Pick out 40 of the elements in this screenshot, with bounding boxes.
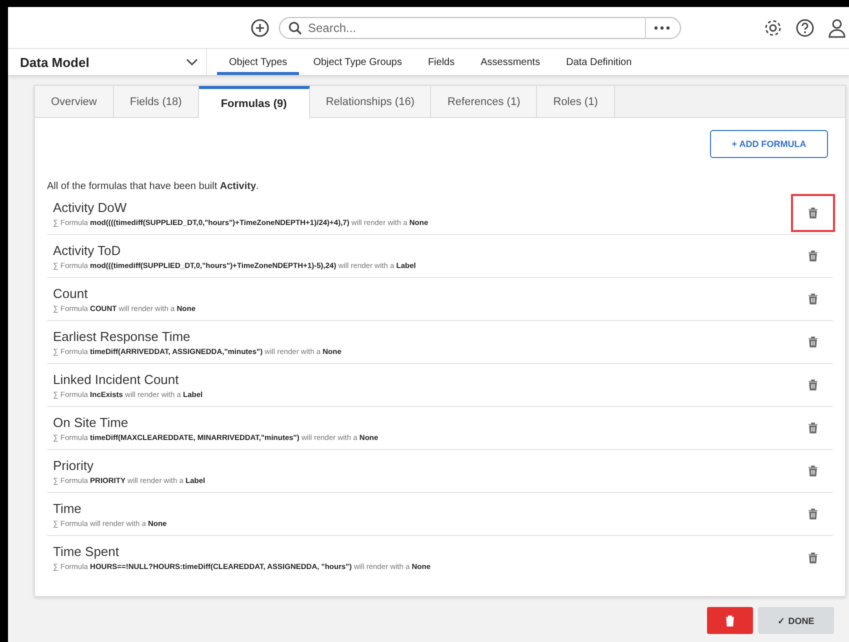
trash-icon <box>807 250 819 262</box>
search-bar[interactable]: Search... <box>279 16 681 38</box>
search-icon <box>288 20 302 34</box>
intro-text: All of the formulas that have been built Activity. <box>47 181 260 192</box>
trash-icon <box>807 336 819 348</box>
nav-tab[interactable]: Fields <box>416 49 467 75</box>
settings-icon[interactable] <box>763 18 783 38</box>
delete-button[interactable] <box>791 194 835 232</box>
formula-name[interactable]: Time <box>53 500 791 516</box>
nav-tab[interactable]: Object Type Groups <box>301 49 414 75</box>
formula-name[interactable]: Time Spent <box>53 544 791 559</box>
formula-name[interactable]: On Site Time <box>53 414 791 430</box>
trash-icon <box>807 379 819 391</box>
formula-name[interactable]: Priority <box>53 458 791 472</box>
more-icon[interactable] <box>645 16 672 38</box>
formula-name[interactable]: Earliest Response Time <box>53 328 791 344</box>
formula-name[interactable]: Activity ToD <box>53 242 791 258</box>
delete-button[interactable] <box>707 607 753 634</box>
chevron-icon <box>186 58 198 66</box>
trash-icon <box>807 552 819 564</box>
add-icon[interactable] <box>250 18 270 38</box>
formula-name[interactable]: Count <box>53 286 791 300</box>
tab[interactable]: Formulas (9) <box>198 86 310 118</box>
formula-name[interactable]: Linked Incident Count <box>53 372 791 386</box>
trash-icon <box>807 207 819 219</box>
nav-tab[interactable]: Data Definition <box>554 49 644 75</box>
search-input[interactable]: Search... <box>308 20 639 34</box>
formula-name[interactable]: Activity DoW <box>53 200 791 214</box>
help-icon[interactable] <box>795 18 815 38</box>
data-model-dropdown[interactable]: Data Model <box>8 49 207 75</box>
done-button[interactable]: ✓ DONE <box>758 607 834 634</box>
nav-tab[interactable]: Assessments <box>468 49 552 75</box>
trash-icon <box>807 508 819 520</box>
trash-icon <box>807 465 819 477</box>
trash-icon <box>724 614 736 626</box>
nav-tab[interactable]: Object Types <box>217 49 300 75</box>
add-formula-button[interactable]: + ADD FORMULA <box>710 130 828 158</box>
trash-icon <box>807 293 819 305</box>
user-icon[interactable] <box>827 18 847 38</box>
trash-icon <box>807 422 819 434</box>
